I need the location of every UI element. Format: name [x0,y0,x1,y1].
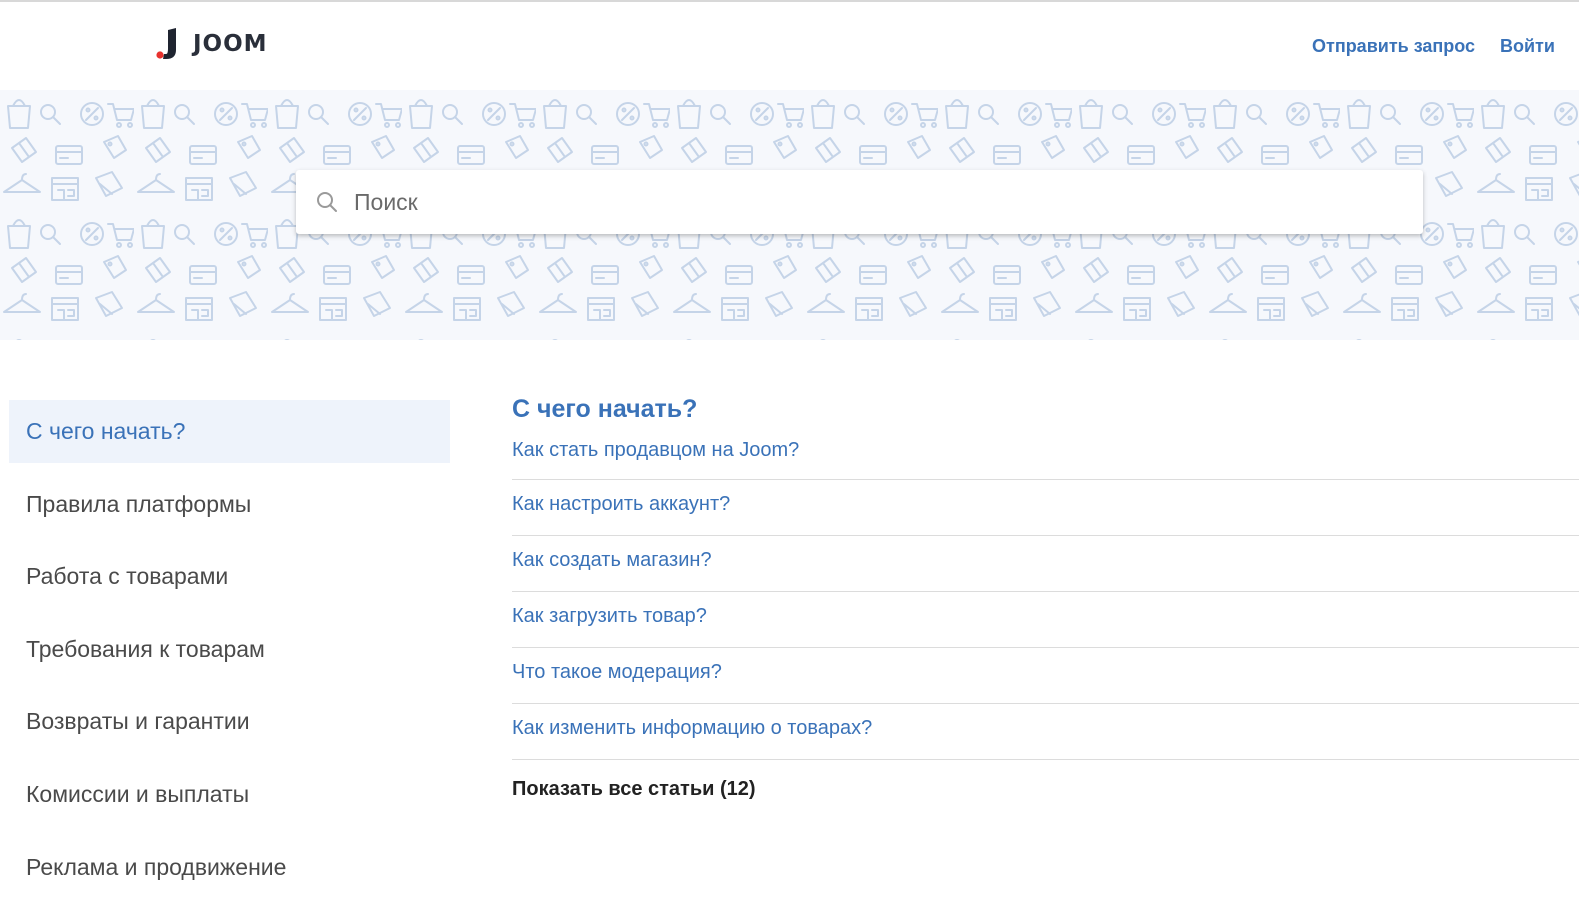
joom-logo-mark-icon [156,28,176,59]
list-item: Как создать магазин? [512,536,1579,592]
section-title: С чего начать? [512,395,698,423]
login-link[interactable]: Войти [1500,36,1555,57]
sidebar-item-commissions-payouts[interactable]: Комиссии и выплаты [9,763,450,826]
list-item: Как изменить информацию о товарах? [512,704,1579,760]
list-item: Как загрузить товар? [512,592,1579,648]
sidebar-item-platform-rules[interactable]: Правила платформы [9,473,450,536]
site-header: JOOM Отправить запрос Войти [0,2,1579,90]
article-link[interactable]: Как создать магазин? [512,549,712,572]
sidebar-item-getting-started[interactable]: С чего начать? [9,400,450,463]
sidebar-item-working-with-products[interactable]: Работа с товарами [9,545,450,608]
article-link[interactable]: Что такое модерация? [512,661,722,684]
search-bar[interactable] [296,170,1423,234]
category-sidebar: С чего начать? Правила платформы Работа … [9,400,450,908]
list-item: Как стать продавцом на Joom? [512,428,1579,480]
joom-logo[interactable]: JOOM [156,26,268,62]
logo-text: JOOM [193,31,268,57]
show-all-articles-link[interactable]: Показать все статьи (12) [512,778,756,801]
articles-section: С чего начать? Как стать продавцом на Jo… [512,390,1579,801]
search-input[interactable] [354,180,1404,224]
article-list: Как стать продавцом на Joom? Как настрои… [512,428,1579,760]
sidebar-item-ads-promotion[interactable]: Реклама и продвижение [9,836,450,899]
article-link[interactable]: Как настроить аккаунт? [512,493,730,516]
sidebar-item-returns-guarantees[interactable]: Возвраты и гарантии [9,690,450,753]
article-link[interactable]: Как стать продавцом на Joom? [512,439,799,462]
article-link[interactable]: Как изменить информацию о товарах? [512,717,872,740]
list-item: Как настроить аккаунт? [512,480,1579,536]
send-request-link[interactable]: Отправить запрос [1312,36,1475,57]
article-link[interactable]: Как загрузить товар? [512,605,707,628]
search-icon [317,192,337,212]
sidebar-item-product-requirements[interactable]: Требования к товарам [9,618,450,681]
list-item: Что такое модерация? [512,648,1579,704]
